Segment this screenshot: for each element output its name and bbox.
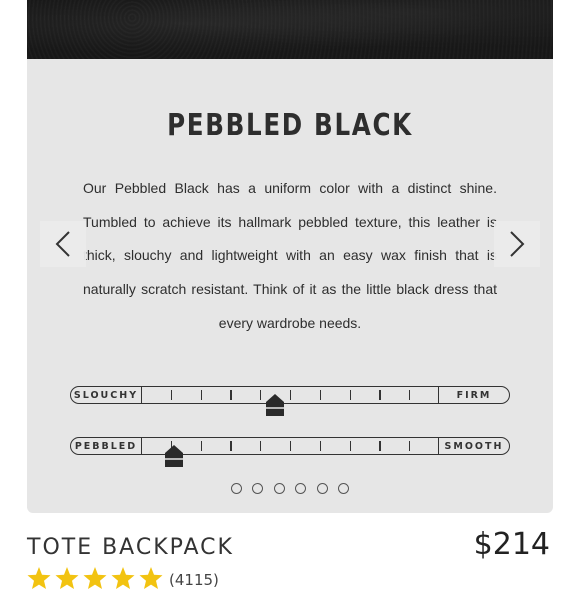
carousel-prev-button[interactable] — [40, 221, 86, 267]
scale-tick — [349, 390, 351, 400]
scale-tick — [409, 390, 411, 400]
scale-tick — [379, 441, 381, 451]
scale-marker-icon — [266, 394, 285, 416]
scale-tick — [260, 441, 262, 451]
scale-tick — [230, 441, 232, 451]
scale-left-label: SLOUCHY — [71, 387, 142, 403]
product-price: $214 — [473, 527, 550, 562]
scale-tick — [200, 390, 202, 400]
scale-tick — [409, 441, 411, 451]
scale-right-label: FIRM — [438, 387, 509, 403]
star-icon — [27, 567, 51, 589]
carousel-dot[interactable] — [252, 483, 264, 494]
chevron-left-icon — [55, 231, 70, 257]
scale-tick — [290, 441, 292, 451]
carousel-pagination — [0, 483, 580, 497]
scale-tick — [200, 441, 202, 451]
carousel-dot[interactable] — [338, 483, 350, 494]
review-count[interactable]: (4115) — [169, 571, 219, 589]
firmness-scale: SLOUCHY FIRM — [70, 386, 510, 404]
carousel-dot[interactable] — [273, 483, 285, 494]
rating-stars[interactable]: (4115) — [27, 566, 219, 590]
swatch-title: PEBBLED BLACK — [167, 108, 413, 143]
scale-tick — [379, 390, 381, 400]
carousel-dot[interactable] — [295, 483, 307, 494]
swatch-description: Our Pebbled Black has a uniform color wi… — [83, 180, 497, 331]
star-icon — [83, 567, 107, 589]
scale-marker-icon — [164, 445, 183, 467]
scale-left-label: PEBBLED — [71, 438, 142, 454]
star-icon — [139, 567, 163, 589]
scale-tick — [319, 441, 321, 451]
scale-tick — [349, 441, 351, 451]
carousel-dot[interactable] — [316, 483, 328, 494]
chevron-right-icon — [510, 231, 525, 257]
scale-tick — [170, 390, 172, 400]
carousel-dot[interactable] — [230, 483, 242, 494]
scale-tick — [260, 390, 262, 400]
scale-tick — [230, 390, 232, 400]
star-icon — [55, 567, 79, 589]
star-icon — [111, 567, 135, 589]
product-name: TOTE BACKPACK — [27, 535, 234, 560]
scale-tick — [290, 390, 292, 400]
carousel-next-button[interactable] — [494, 221, 540, 267]
leather-texture-image — [27, 0, 553, 59]
scale-right-label: SMOOTH — [438, 438, 509, 454]
texture-scale: PEBBLED SMOOTH — [70, 437, 510, 455]
scale-tick — [319, 390, 321, 400]
